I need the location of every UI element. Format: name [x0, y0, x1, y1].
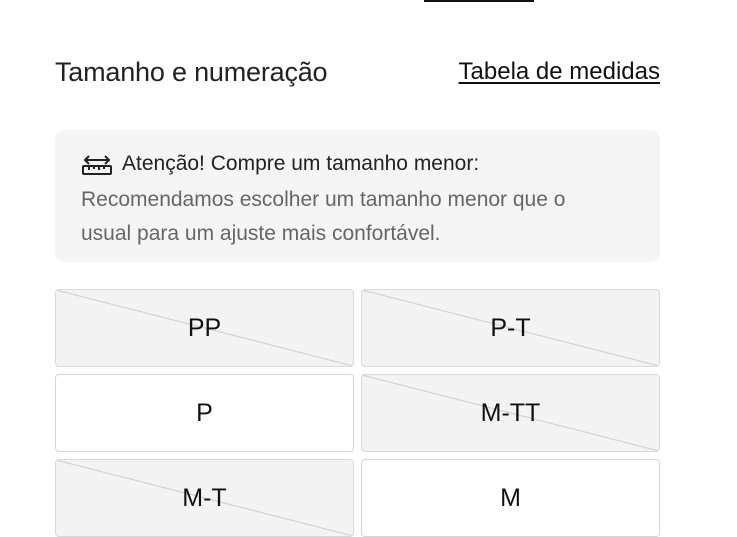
notice-title: Atenção! Compre um tamanho menor: [122, 152, 480, 175]
size-option-m[interactable]: M [361, 459, 660, 537]
size-option-m-tt[interactable]: M-TT [361, 374, 660, 452]
size-option-p-t[interactable]: P-T [361, 289, 660, 367]
size-option-pp[interactable]: PP [55, 289, 354, 367]
notice-header: Atenção! Compre um tamanho menor: [81, 149, 635, 179]
size-option-p[interactable]: P [55, 374, 354, 452]
ruler-icon [81, 152, 113, 176]
size-option-m-t[interactable]: M-T [55, 459, 354, 537]
fit-recommendation-notice: Atenção! Compre um tamanho menor: Recome… [55, 130, 660, 262]
size-section-title: Tamanho e numeração [55, 56, 328, 87]
size-guide-link[interactable]: Tabela de medidas [459, 58, 660, 86]
size-option-label: M-TT [480, 398, 541, 427]
size-option-label: P [196, 398, 213, 427]
size-option-label: P-T [490, 313, 531, 342]
size-option-label: M-T [182, 483, 227, 512]
size-section-header: Tamanho e numeração Tabela de medidas [55, 54, 660, 90]
size-option-label: M [500, 483, 521, 512]
notice-body: Recomendamos escolher um tamanho menor q… [81, 188, 566, 245]
size-option-label: PP [187, 313, 222, 342]
active-tab-indicator [424, 0, 534, 2]
